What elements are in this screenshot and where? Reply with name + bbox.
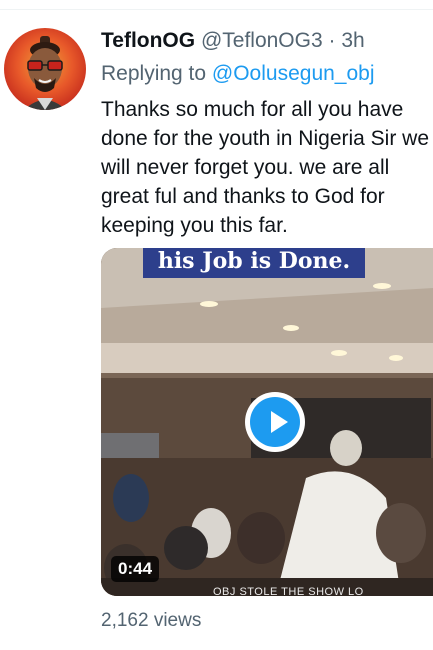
- video-caption-banner: his Job is Done.: [143, 248, 365, 278]
- avatar[interactable]: [4, 28, 86, 110]
- tweet-text-line: Thanks so much for all you have: [101, 98, 404, 121]
- video-watermark: OBJ STOLE THE SHOW LO: [213, 586, 364, 596]
- top-divider: [0, 9, 433, 10]
- tweet-text-line: keeping you this far.: [101, 214, 288, 237]
- tweet-text-line: will never forget you. we are all: [101, 156, 390, 179]
- tweet-header: TeflonOG @TeflonOG3 · 3h: [101, 28, 365, 54]
- tweet-text: Thanks so much for all you have done for…: [101, 95, 433, 240]
- play-button-inner: [250, 397, 300, 447]
- reply-context: Replying to @Oolusegun_obj: [101, 61, 375, 87]
- author-handle[interactable]: @TeflonOG3: [201, 29, 323, 52]
- play-button[interactable]: [245, 392, 305, 452]
- header-separator: ·: [328, 29, 336, 52]
- tweet-text-line: done for the youth in Nigeria Sir we: [101, 127, 430, 150]
- play-icon: [271, 411, 288, 433]
- reply-prefix: Replying to: [101, 62, 207, 85]
- view-count: 2,162 views: [101, 610, 202, 631]
- author-display-name[interactable]: TeflonOG: [101, 29, 195, 52]
- avatar-image: [4, 28, 86, 110]
- video-duration-badge: 0:44: [111, 556, 160, 582]
- tweet-text-line: great ful and thanks to God for: [101, 185, 385, 208]
- video-player[interactable]: his Job is Done. 0:44 OBJ STOLE THE SHOW…: [101, 248, 433, 596]
- reply-mention-link[interactable]: @Oolusegun_obj: [212, 62, 375, 85]
- tweet-time[interactable]: 3h: [341, 29, 364, 52]
